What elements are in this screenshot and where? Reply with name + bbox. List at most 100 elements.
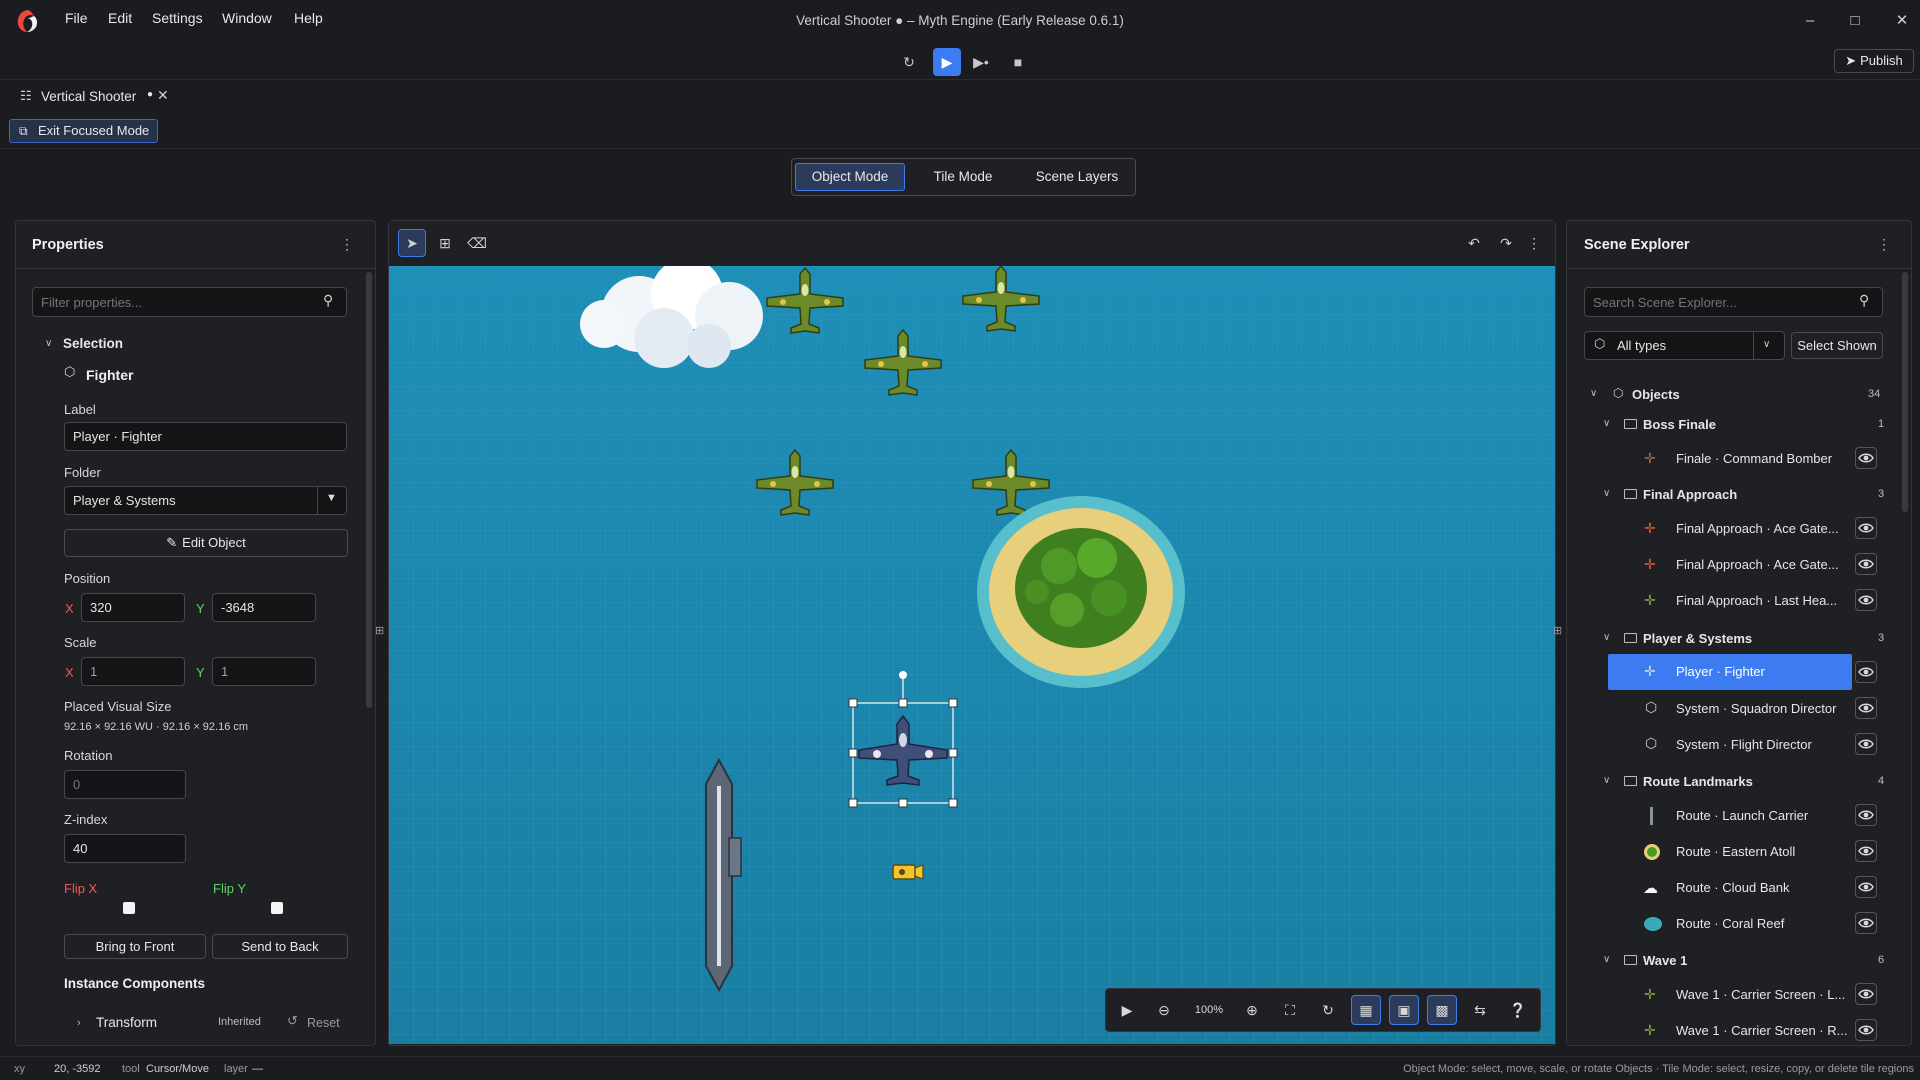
list-item[interactable]: ☁ Route · Cloud Bank — [1608, 873, 1852, 903]
restart-icon[interactable]: ↻ — [895, 48, 923, 76]
resize-handle[interactable] — [948, 798, 958, 808]
chevron-down-icon[interactable]: ∨ — [1603, 954, 1610, 965]
list-item[interactable]: Route · Launch Carrier — [1608, 801, 1852, 831]
publish-button[interactable]: ➤ Publish — [1834, 49, 1914, 73]
resize-handle[interactable] — [898, 698, 908, 708]
grid-toggle-icon[interactable]: ▦ — [1351, 995, 1381, 1025]
list-item[interactable]: ✛ Final Approach · Last Hea... — [1608, 586, 1852, 616]
scene-explorer-scrollbar[interactable] — [1902, 272, 1908, 512]
document-tab[interactable]: ☷ Vertical Shooter ● ✕ — [8, 84, 178, 110]
background-toggle-icon[interactable]: ▣ — [1389, 995, 1419, 1025]
list-item[interactable]: ⬡ System · Flight Director — [1608, 730, 1852, 760]
type-filter-select[interactable]: All types — [1584, 331, 1785, 360]
splitter-handle-icon[interactable]: ⊞ — [1553, 624, 1562, 637]
visibility-eye-icon[interactable] — [1855, 983, 1877, 1005]
zindex-field[interactable] — [64, 834, 186, 863]
rotate-handle[interactable] — [899, 671, 907, 679]
close-tab-icon[interactable]: ✕ — [157, 87, 169, 104]
director-marker-icon[interactable] — [892, 864, 924, 880]
reset-button[interactable]: Reset — [307, 1016, 340, 1030]
scene-search-input[interactable] — [1584, 287, 1883, 317]
list-item[interactable]: ⬡ System · Squadron Director — [1608, 694, 1852, 724]
reset-icon[interactable]: ↺ — [287, 1013, 298, 1029]
list-item[interactable]: ✛ Final Approach · Ace Gate... — [1608, 514, 1852, 544]
resize-handle[interactable] — [848, 798, 858, 808]
position-y-field[interactable] — [212, 593, 316, 622]
panel-menu-icon[interactable]: ⋮ — [1877, 236, 1891, 253]
play-from-here-icon[interactable]: ▶• — [967, 48, 995, 76]
visibility-eye-icon[interactable] — [1855, 447, 1877, 469]
visibility-eye-icon[interactable] — [1855, 517, 1877, 539]
tab-tile-mode[interactable]: Tile Mode — [910, 163, 1016, 191]
exit-focused-mode-button[interactable]: ⧉ Exit Focused Mode — [9, 119, 158, 143]
tree-root-objects[interactable]: ∨ ⬡ Objects 34 — [1590, 380, 1890, 410]
visibility-eye-icon[interactable] — [1855, 733, 1877, 755]
scene-canvas[interactable] — [389, 266, 1555, 1044]
zoom-in-icon[interactable]: ⊕ — [1237, 995, 1267, 1025]
list-item-selected[interactable]: ✛ Player · Fighter — [1608, 654, 1852, 690]
select-tool-icon[interactable]: ➤ — [398, 229, 426, 257]
zoom-level[interactable]: 100% — [1187, 995, 1231, 1025]
tree-folder[interactable]: ∨ Wave 1 6 — [1603, 946, 1890, 976]
list-item[interactable]: Route · Eastern Atoll — [1608, 837, 1852, 867]
list-item[interactable]: ✛ Wave 1 · Carrier Screen · L... — [1608, 980, 1852, 1010]
visibility-eye-icon[interactable] — [1855, 661, 1877, 683]
bring-to-front-button[interactable]: Bring to Front — [64, 934, 206, 959]
reset-view-icon[interactable]: ↻ — [1313, 995, 1343, 1025]
transform-component[interactable]: Transform — [96, 1015, 157, 1030]
close-window-icon[interactable]: ✕ — [1890, 10, 1914, 32]
visibility-eye-icon[interactable] — [1855, 840, 1877, 862]
fit-view-icon[interactable]: ⛶ — [1275, 995, 1305, 1025]
maximize-icon[interactable]: □ — [1843, 10, 1867, 32]
position-x-field[interactable] — [81, 593, 185, 622]
play-icon[interactable]: ▶ — [933, 48, 961, 76]
folder-select[interactable]: Player & Systems — [64, 486, 347, 515]
select-shown-button[interactable]: Select Shown — [1791, 332, 1883, 359]
tab-object-mode[interactable]: Object Mode — [795, 163, 905, 191]
list-item[interactable]: ✛ Wave 1 · Carrier Screen · R... — [1608, 1016, 1852, 1046]
list-item[interactable]: ✛ Finale · Command Bomber — [1608, 444, 1852, 474]
chevron-down-icon[interactable]: ∨ — [1603, 632, 1610, 643]
tree-folder[interactable]: ∨ Route Landmarks 4 — [1603, 767, 1890, 797]
resize-handle[interactable] — [948, 698, 958, 708]
chevron-down-icon[interactable]: ∨ — [1603, 418, 1610, 429]
add-object-tool-icon[interactable]: ⊞ — [431, 229, 459, 257]
rotation-field[interactable] — [64, 770, 186, 799]
eraser-tool-icon[interactable]: ⌫ — [463, 229, 491, 257]
preview-play-icon[interactable]: ▶ — [1112, 995, 1142, 1025]
filter-properties-input[interactable] — [32, 287, 347, 317]
resize-handle[interactable] — [848, 748, 858, 758]
panel-menu-icon[interactable]: ⋮ — [340, 236, 354, 253]
resize-handle[interactable] — [948, 748, 958, 758]
stop-icon[interactable]: ■ — [1004, 48, 1032, 76]
help-icon[interactable]: ❔ — [1503, 995, 1533, 1025]
scale-x-field[interactable] — [81, 657, 185, 686]
label-field[interactable] — [64, 422, 347, 451]
chevron-down-icon[interactable]: ∨ — [1763, 339, 1770, 350]
tab-scene-layers[interactable]: Scene Layers — [1022, 163, 1132, 191]
visibility-eye-icon[interactable] — [1855, 912, 1877, 934]
viewport-menu-icon[interactable]: ⋮ — [1520, 229, 1548, 257]
properties-scrollbar[interactable] — [366, 272, 372, 708]
splitter-handle-icon[interactable]: ⊞ — [375, 624, 384, 637]
visibility-eye-icon[interactable] — [1855, 1019, 1877, 1041]
minimize-icon[interactable]: – — [1798, 10, 1822, 32]
dropdown-caret-icon[interactable]: ▼ — [326, 492, 337, 504]
send-to-back-button[interactable]: Send to Back — [212, 934, 348, 959]
list-item[interactable]: Route · Coral Reef — [1608, 909, 1852, 939]
eastern-atoll[interactable] — [977, 496, 1185, 688]
chevron-down-icon[interactable]: ∨ — [45, 338, 52, 349]
visibility-eye-icon[interactable] — [1855, 589, 1877, 611]
tree-folder[interactable]: ∨ Player & Systems 3 — [1603, 624, 1890, 654]
tree-folder[interactable]: ∨ Boss Finale 1 — [1603, 410, 1890, 440]
undo-icon[interactable]: ↶ — [1460, 229, 1488, 257]
chevron-right-icon[interactable]: › — [77, 1017, 81, 1029]
visibility-eye-icon[interactable] — [1855, 553, 1877, 575]
scale-y-field[interactable] — [212, 657, 316, 686]
gizmo-toggle-icon[interactable]: ▩ — [1427, 995, 1457, 1025]
snap-toggle-icon[interactable]: ⇆ — [1465, 995, 1495, 1025]
resize-handle[interactable] — [898, 798, 908, 808]
list-item[interactable]: ✛ Final Approach · Ace Gate... — [1608, 550, 1852, 580]
redo-icon[interactable]: ↷ — [1492, 229, 1520, 257]
chevron-down-icon[interactable]: ∨ — [1603, 775, 1610, 786]
